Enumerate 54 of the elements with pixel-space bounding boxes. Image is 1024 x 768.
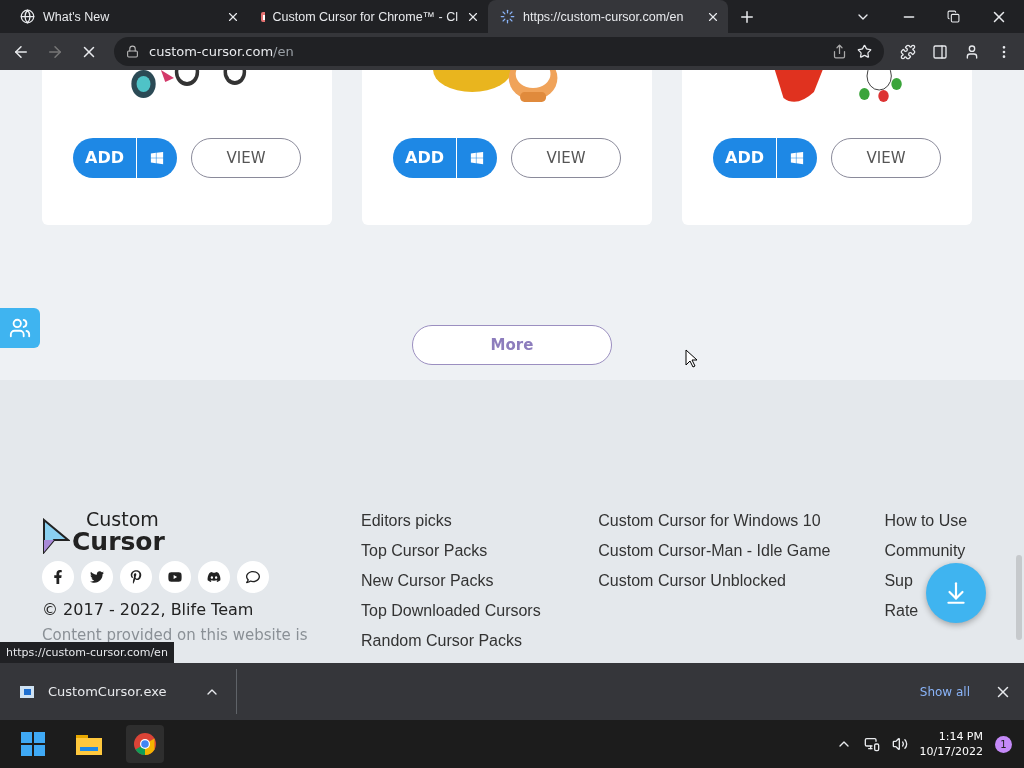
- mouse-pointer-icon: [685, 349, 698, 368]
- chrome-icon[interactable]: [126, 725, 164, 763]
- discord-icon[interactable]: [198, 561, 230, 593]
- file-icon: [20, 685, 34, 698]
- view-button[interactable]: VIEW: [511, 138, 621, 178]
- footer-link[interactable]: Community: [884, 540, 966, 562]
- lock-icon: [126, 45, 139, 58]
- status-url: https://custom-cursor.com/en: [0, 642, 174, 663]
- footer-link[interactable]: Sup: [884, 570, 913, 592]
- restore-icon[interactable]: [947, 10, 960, 23]
- view-button[interactable]: VIEW: [191, 138, 301, 178]
- view-button[interactable]: VIEW: [831, 138, 941, 178]
- logo-arrow-icon: [42, 518, 70, 554]
- clock[interactable]: 1:14 PM 10/17/2022: [919, 729, 983, 759]
- footer-link[interactable]: Random Cursor Packs: [361, 630, 522, 652]
- notification-badge[interactable]: 1: [995, 735, 1012, 753]
- copyright-text: © 2017 - 2022, Blife Team: [42, 600, 255, 619]
- side-panel-icon[interactable]: [932, 43, 948, 60]
- pinterest-icon[interactable]: [120, 561, 152, 593]
- chrome-icon: [20, 9, 35, 24]
- footer-link[interactable]: Custom Cursor-Man - Idle Game: [598, 540, 831, 562]
- more-button[interactable]: More: [412, 325, 612, 365]
- add-button[interactable]: ADD: [713, 138, 817, 178]
- footer-link[interactable]: Top Downloaded Cursors: [361, 600, 541, 622]
- scrollbar-thumb[interactable]: [1016, 555, 1022, 640]
- chat-icon[interactable]: [237, 561, 269, 593]
- footer-link[interactable]: New Cursor Packs: [361, 570, 494, 592]
- twitter-icon[interactable]: [81, 561, 113, 593]
- show-all-link[interactable]: Show all: [919, 684, 970, 699]
- favicon-icon: [260, 9, 265, 24]
- footer-link[interactable]: Custom Cursor for Windows 10: [598, 510, 821, 532]
- network-icon[interactable]: [863, 736, 880, 752]
- footer-link[interactable]: How to Use: [884, 510, 968, 532]
- profile-icon[interactable]: [964, 43, 980, 60]
- footer-link[interactable]: Custom Cursor Unblocked: [598, 570, 786, 592]
- volume-icon[interactable]: [891, 736, 908, 752]
- logo-text: Custom Cursor: [72, 510, 165, 554]
- browser-tab[interactable]: https://custom-cursor.com/en: [488, 0, 728, 33]
- add-button[interactable]: ADD: [393, 138, 497, 178]
- footer-link[interactable]: Rate: [884, 600, 919, 622]
- browser-tab[interactable]: What's New: [8, 0, 248, 33]
- share-icon[interactable]: [832, 44, 847, 59]
- star-icon[interactable]: [857, 44, 872, 59]
- footer-link[interactable]: Editors picks: [361, 510, 452, 532]
- loading-spinner-icon: [500, 9, 515, 24]
- notice-text: Content provided on this website is: [42, 626, 308, 644]
- download-filename[interactable]: CustomCursor.exe: [48, 684, 190, 699]
- footer-link[interactable]: Top Cursor Packs: [361, 540, 488, 562]
- facebook-icon[interactable]: [42, 561, 74, 593]
- add-button[interactable]: ADD: [73, 138, 177, 178]
- youtube-icon[interactable]: [159, 561, 191, 593]
- puzzle-icon[interactable]: [900, 43, 916, 60]
- address-bar[interactable]: custom-cursor.com/en: [114, 37, 884, 66]
- browser-tab[interactable]: Custom Cursor for Chrome™ - Cl: [248, 0, 488, 33]
